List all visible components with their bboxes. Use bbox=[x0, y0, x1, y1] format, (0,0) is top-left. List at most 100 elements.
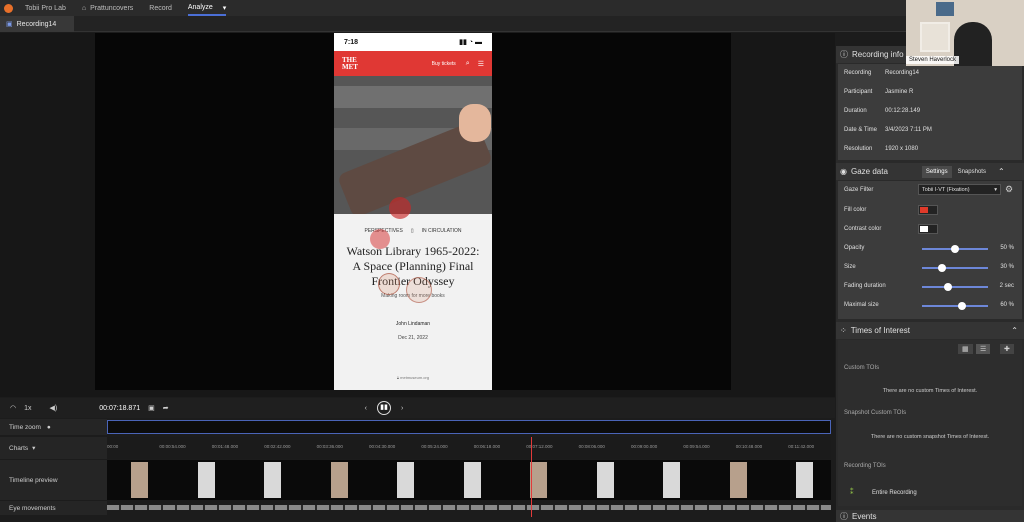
step-back-icon[interactable]: ‹ bbox=[365, 405, 367, 412]
preview-frame[interactable] bbox=[530, 462, 547, 498]
speed-label[interactable]: 1x bbox=[24, 405, 31, 412]
slider-knob[interactable] bbox=[957, 302, 966, 310]
info-key: Resolution bbox=[844, 146, 873, 152]
toi-box: ▦ ☰ ✚ Custom TOIs There are no custom Ti… bbox=[838, 340, 1022, 506]
gaze-filter-label: Gaze Filter bbox=[844, 187, 874, 193]
entire-recording-item[interactable]: Entire Recording bbox=[872, 490, 917, 496]
preview-frame[interactable] bbox=[264, 462, 281, 498]
gaze-fixation bbox=[378, 273, 400, 295]
record-tab[interactable]: Record bbox=[149, 5, 172, 12]
step-forward-icon[interactable]: › bbox=[401, 405, 403, 412]
fill-color-label: Fill color bbox=[844, 207, 867, 213]
time-tick-label: 00:00 bbox=[107, 444, 119, 449]
gear-icon[interactable]: ⚙ bbox=[1005, 184, 1013, 195]
play-pause-icon[interactable]: ▮▮ bbox=[376, 401, 391, 415]
time-tick-label: 00:00:54.000 bbox=[159, 444, 186, 449]
contrast-color-swatch bbox=[920, 226, 928, 232]
shelf-shape bbox=[920, 22, 950, 52]
preview-frame[interactable] bbox=[729, 462, 747, 498]
toi-title: Times of Interest bbox=[850, 326, 910, 335]
share-icon[interactable]: ➦ bbox=[163, 404, 169, 412]
url-bar: 🔒︎ metmuseum.org bbox=[334, 375, 492, 380]
slider-value: 50 % bbox=[1000, 245, 1014, 251]
webcam-name: Steven Haverlock bbox=[906, 56, 960, 64]
buy-tickets-link: Buy tickets bbox=[431, 60, 456, 67]
preview-frame[interactable] bbox=[796, 462, 813, 498]
info-value: 1920 x 1080 bbox=[885, 146, 919, 152]
gaze-filter-select[interactable]: Tobii I-VT (Fixation) ▾ bbox=[918, 184, 1001, 195]
timeline-preview-track[interactable] bbox=[107, 460, 831, 500]
snapshot-icon[interactable]: ▣ bbox=[148, 404, 155, 412]
analyze-tab[interactable]: Analyze ▾ bbox=[187, 0, 227, 16]
preview-frame[interactable] bbox=[397, 462, 414, 498]
preview-frame[interactable] bbox=[663, 462, 680, 498]
app-title: Tobii Pro Lab bbox=[25, 4, 66, 12]
stimulus-phone-screen: 7:18▮▮ ◔ ▬ THE MET Buy tickets ⌕ ☰ PERSP… bbox=[334, 33, 492, 390]
fill-color-picker[interactable] bbox=[918, 205, 938, 215]
time-zoom-track[interactable] bbox=[107, 420, 831, 434]
list-view-icon[interactable]: ☰ bbox=[976, 344, 991, 354]
grid-view-icon[interactable]: ▦ bbox=[958, 344, 973, 354]
eye-icon: ◉ bbox=[840, 167, 847, 176]
recording-info-title: Recording info bbox=[852, 50, 904, 59]
slider-label: Maximal size bbox=[844, 302, 879, 308]
speed-icon[interactable]: ◠ bbox=[10, 404, 16, 412]
time-tick-label: 00:03:36.000 bbox=[316, 444, 343, 449]
document-icon: ▯ bbox=[410, 228, 414, 234]
person-shape bbox=[954, 22, 992, 66]
preview-frame[interactable] bbox=[197, 462, 215, 498]
preview-frame[interactable] bbox=[596, 462, 614, 498]
slider-knob[interactable] bbox=[951, 245, 959, 253]
url-text: metmuseum.org bbox=[400, 375, 430, 380]
project-menu[interactable]: ⌂ Prattuncovers bbox=[82, 5, 133, 12]
time-ruler[interactable]: 00:00 00:00:54.000 00:01:48.000 00:02:42.00… bbox=[107, 437, 831, 459]
phone-time: 7:18 bbox=[344, 38, 359, 46]
recording-tois-label: Recording TOIs bbox=[844, 463, 886, 469]
collapse-icon[interactable]: ⌃ bbox=[1011, 326, 1018, 335]
preview-frame[interactable] bbox=[131, 462, 148, 498]
preview-frame[interactable] bbox=[463, 462, 481, 498]
slider-knob[interactable] bbox=[937, 264, 946, 272]
preview-frame[interactable] bbox=[330, 462, 348, 498]
slider-track[interactable] bbox=[922, 245, 988, 253]
signal-icon: ▮▮ ◔ ▬ bbox=[459, 39, 482, 46]
settings-icon[interactable]: ● bbox=[47, 424, 51, 431]
slider-label: Size bbox=[844, 264, 856, 270]
eye-movements-text: Eye movements bbox=[9, 504, 56, 512]
times-of-interest-header[interactable]: ⁘ Times of Interest ⌃ bbox=[836, 322, 1024, 339]
gaze-settings-box: Gaze Filter Tobii I-VT (Fixation) ▾ ⚙ Fil… bbox=[838, 181, 1022, 319]
slider-track[interactable] bbox=[922, 264, 988, 272]
gaze-data-header[interactable]: ◉ Gaze data Settings Snapshots ⌃ bbox=[836, 163, 1024, 180]
charts-text: Charts bbox=[9, 444, 29, 452]
gaze-filter-value: Tobii I-VT (Fixation) bbox=[922, 187, 970, 193]
events-header[interactable]: ⓘ Events bbox=[836, 510, 1024, 522]
eye-movements-track[interactable] bbox=[107, 505, 831, 510]
settings-tab[interactable]: Settings bbox=[921, 165, 952, 178]
menu-icon: ☰ bbox=[477, 60, 484, 68]
chevron-down-icon[interactable]: ▾ bbox=[223, 4, 227, 12]
add-toi-icon[interactable]: ✚ bbox=[1000, 344, 1014, 354]
met-logo: THE MET bbox=[342, 55, 358, 71]
info-value: 3/4/2023 7:11 PM bbox=[885, 127, 932, 133]
recording-tab[interactable]: ▣ Recording14 bbox=[0, 16, 74, 32]
contrast-color-picker[interactable] bbox=[918, 224, 938, 234]
frame-shape bbox=[936, 2, 954, 16]
slider-knob[interactable] bbox=[944, 283, 953, 291]
volume-icon[interactable]: ◀) bbox=[50, 404, 58, 412]
timeline-preview-label: Timeline preview bbox=[0, 460, 107, 500]
analyze-label: Analyze bbox=[187, 4, 213, 11]
recording-tab-label: Recording14 bbox=[16, 20, 57, 28]
article-author: John Lindaman bbox=[395, 321, 431, 327]
playhead[interactable] bbox=[531, 437, 532, 517]
collapse-icon[interactable]: ⌃ bbox=[998, 167, 1005, 176]
search-icon: ⌕ bbox=[465, 59, 470, 67]
eye-movements-label: Eye movements bbox=[0, 501, 107, 515]
slider-track[interactable] bbox=[922, 283, 988, 291]
slider-track[interactable] bbox=[922, 302, 988, 310]
snapshots-tab[interactable]: Snapshots bbox=[958, 169, 986, 175]
time-tick-label: 00:09:00.000 bbox=[631, 444, 658, 449]
chevron-down-icon: ▾ bbox=[32, 445, 36, 452]
article-photo bbox=[334, 76, 492, 214]
tobii-logo-icon bbox=[4, 3, 13, 13]
charts-label[interactable]: Charts ▾ bbox=[0, 437, 107, 459]
